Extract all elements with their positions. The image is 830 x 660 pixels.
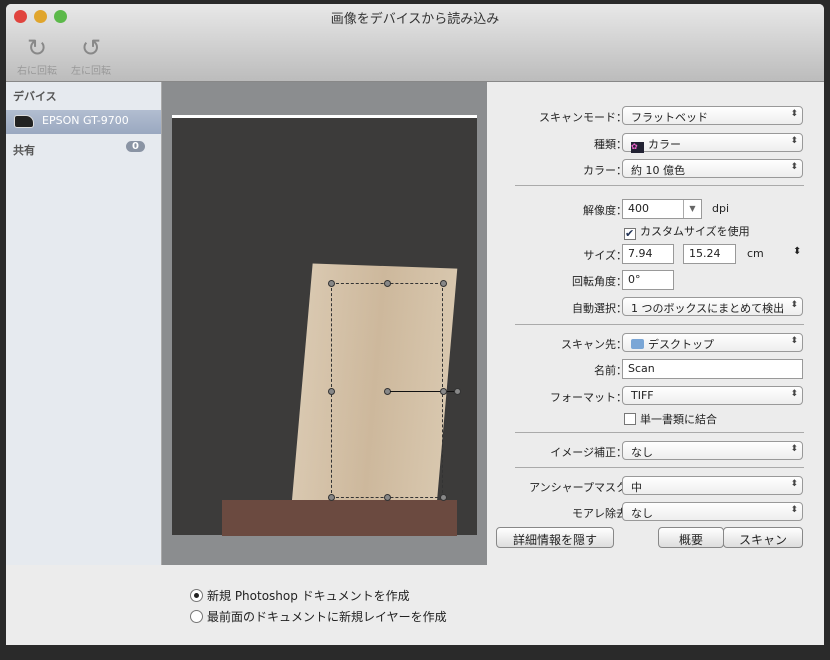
image-correction-select[interactable]: なし [622, 441, 803, 460]
size-unit: cm [747, 247, 764, 260]
shared-label: 共有 [13, 144, 35, 157]
moire-select[interactable]: なし [622, 502, 803, 521]
rotate-right-label: 右に回転 [17, 66, 57, 77]
radio-button [190, 589, 203, 602]
scan-button[interactable]: スキャン [723, 527, 803, 548]
radio-button [190, 610, 203, 623]
sidebar: デバイス EPSON GT-9700 共有 0 [6, 82, 162, 565]
kind-select[interactable]: ✿ カラー [622, 133, 803, 153]
resize-handle[interactable] [328, 494, 335, 501]
rotate-right-icon: ↻ [26, 34, 48, 62]
new-document-radio[interactable]: 新規 Photoshop ドキュメントを作成 [190, 587, 410, 604]
auto-select-select[interactable]: 1 つのボックスにまとめて検出 [622, 297, 803, 316]
devices-header: デバイス [13, 90, 57, 103]
divider [515, 324, 804, 325]
preview-image [172, 115, 477, 536]
hide-details-button[interactable]: 詳細情報を隠す [496, 527, 614, 548]
unsharp-mask-select[interactable]: 中 [622, 476, 803, 495]
checkmark-icon: ✔ [624, 227, 636, 240]
resize-handle[interactable] [440, 494, 447, 501]
scan-to-select[interactable]: デスクトップ [622, 333, 803, 352]
divider [515, 185, 804, 186]
color-select[interactable]: 約 10 億色 [622, 159, 803, 178]
selection-box[interactable] [328, 280, 461, 501]
new-layer-label: 最前面のドキュメントに新規レイヤーを作成 [207, 610, 447, 624]
scan-preview[interactable] [162, 82, 487, 565]
resolution-label: 解像度： [583, 204, 627, 217]
rotate-left-button[interactable]: ↺ 左に回転 [63, 34, 119, 77]
rotation-label: 回転角度： [572, 275, 627, 288]
scanned-ruler [222, 500, 457, 536]
divider [515, 432, 804, 433]
window-title: 画像をデバイスから読み込み [330, 12, 500, 27]
chevron-down-icon[interactable]: ▼ [683, 200, 701, 218]
scan-to-value: デスクトップ [648, 338, 714, 351]
resize-handle[interactable] [440, 388, 447, 395]
divider [515, 467, 804, 468]
size-label: サイズ： [583, 249, 627, 262]
resolution-value: 400 [628, 202, 649, 215]
kind-value: カラー [648, 138, 681, 151]
rotation-field[interactable]: 0° [622, 270, 674, 290]
unsharp-mask-label: アンシャープマスク [529, 481, 627, 494]
new-document-label: 新規 Photoshop ドキュメントを作成 [207, 589, 410, 603]
custom-size-label: カスタムサイズを使用 [640, 225, 750, 238]
scan-mode-select[interactable]: フラットベッド [622, 106, 803, 125]
resize-handle[interactable] [328, 388, 335, 395]
import-window: 画像をデバイスから読み込み ↻ 右に回転 ↺ 左に回転 デバイス EPSON GT-… [6, 4, 824, 645]
combine-checkbox[interactable]: 単一書類に結合 [624, 411, 717, 427]
rotate-left-icon: ↺ [80, 34, 102, 62]
unit-stepper-icon[interactable]: ⬍ [793, 246, 801, 257]
rotate-left-label: 左に回転 [71, 66, 111, 77]
resize-handle[interactable] [384, 494, 391, 501]
format-label: フォーマット： [550, 391, 627, 404]
resize-handle[interactable] [384, 280, 391, 287]
shared-count-badge: 0 [126, 141, 145, 152]
scan-to-label: スキャン先： [561, 338, 627, 351]
color-label: カラー： [583, 164, 627, 177]
folder-icon [631, 339, 644, 349]
height-field[interactable]: 15.24 [683, 244, 736, 264]
new-layer-radio[interactable]: 最前面のドキュメントに新規レイヤーを作成 [190, 608, 447, 625]
width-field[interactable]: 7.94 [622, 244, 674, 264]
resolution-combo[interactable]: 400 ▼ [622, 199, 702, 219]
scan-mode-label: スキャンモード： [539, 111, 627, 124]
color-flower-icon: ✿ [631, 142, 644, 153]
overview-button[interactable]: 概要 [658, 527, 724, 548]
image-correction-label: イメージ補正： [550, 446, 627, 459]
device-label: EPSON GT-9700 [42, 114, 129, 127]
auto-select-label: 自動選択： [572, 302, 627, 315]
resolution-unit: dpi [712, 202, 730, 215]
sidebar-item-device[interactable]: EPSON GT-9700 [6, 110, 161, 134]
format-select[interactable]: TIFF [622, 386, 803, 405]
combine-label: 単一書類に結合 [640, 413, 717, 426]
resize-handle[interactable] [328, 280, 335, 287]
checkbox-box [624, 413, 636, 425]
rotate-right-button[interactable]: ↻ 右に回転 [9, 34, 65, 77]
custom-size-checkbox[interactable]: ✔ カスタムサイズを使用 [624, 223, 750, 240]
rotate-handle[interactable] [454, 388, 461, 395]
scanner-icon [14, 115, 34, 128]
shared-header: 共有 0 [6, 141, 161, 158]
name-field[interactable]: Scan [622, 359, 803, 379]
settings-panel: スキャンモード：フラットベッド 種類：✿カラー カラー：約 10 億色 解像度：… [487, 82, 824, 565]
toolbar: 画像をデバイスから読み込み ↻ 右に回転 ↺ 左に回転 [6, 4, 824, 82]
resize-handle[interactable] [440, 280, 447, 287]
moire-label: モアレ除去 [572, 507, 627, 520]
destination-options: 新規 Photoshop ドキュメントを作成 最前面のドキュメントに新規レイヤー… [6, 565, 824, 645]
